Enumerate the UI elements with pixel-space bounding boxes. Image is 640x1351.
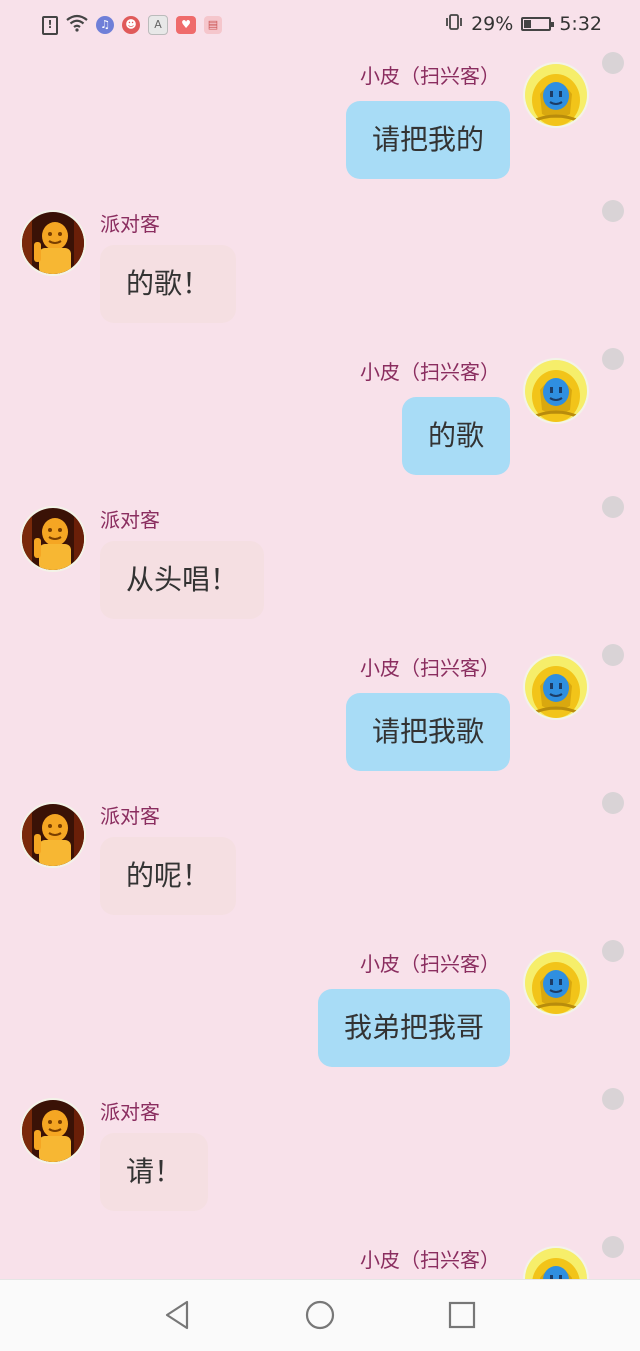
message-select-indicator[interactable]: [602, 940, 624, 962]
music-app-icon: ♫: [96, 16, 114, 34]
sender-name: 小皮（扫兴客）: [360, 952, 500, 976]
other-message: 派对客的呢！: [0, 792, 640, 932]
message-bubble[interactable]: 的歌！: [100, 245, 237, 323]
avatar[interactable]: [525, 64, 587, 126]
home-icon[interactable]: [303, 1298, 337, 1332]
battery-level-fill: [524, 20, 532, 28]
my-message: 小皮（扫兴客） 请把我的: [0, 52, 640, 192]
system-navigation-bar: [0, 1279, 640, 1351]
other-message: 派对客从头唱！: [0, 496, 640, 636]
pet-app-icon: ☻: [122, 16, 140, 34]
message-bubble[interactable]: 从头唱！: [100, 541, 265, 619]
message-bubble[interactable]: 我弟把我哥: [317, 989, 510, 1067]
avatar[interactable]: [22, 804, 84, 866]
avatar[interactable]: [525, 952, 587, 1014]
battery-icon: [521, 17, 555, 31]
message-select-indicator[interactable]: [602, 792, 624, 814]
message-bubble[interactable]: 请把我的: [345, 101, 510, 179]
message-bubble[interactable]: 的呢！: [100, 837, 237, 915]
vibrate-icon: [445, 13, 463, 35]
sender-name: 派对客: [100, 508, 160, 532]
avatar[interactable]: [525, 360, 587, 422]
red-app-icon: ♥: [176, 16, 196, 34]
message-select-indicator[interactable]: [602, 1088, 624, 1110]
message-select-indicator[interactable]: [602, 200, 624, 222]
message-select-indicator[interactable]: [602, 496, 624, 518]
avatar[interactable]: [22, 508, 84, 570]
sender-name: 小皮（扫兴客）: [360, 360, 500, 384]
my-message: 小皮（扫兴客） 我弟把我哥: [0, 940, 640, 1080]
back-icon[interactable]: [160, 1298, 194, 1332]
sender-name: 派对客: [100, 804, 160, 828]
status-bar: ! ♫ ☻ A ♥ ▤ 29% 5:32: [0, 0, 640, 52]
sim-alert-icon: !: [42, 15, 58, 35]
system-status: 29% 5:32: [445, 13, 602, 35]
message-bubble[interactable]: 请！: [100, 1133, 209, 1211]
wifi-icon: [66, 14, 88, 36]
sender-name: 派对客: [100, 212, 160, 236]
message-select-indicator[interactable]: [602, 1236, 624, 1258]
message-bubble[interactable]: 的歌: [401, 397, 510, 475]
cake-app-icon: ▤: [204, 16, 222, 34]
other-message: 派对客请！: [0, 1088, 640, 1228]
sender-name: 派对客: [100, 1100, 160, 1124]
my-message: 小皮（扫兴客） 的歌: [0, 348, 640, 488]
avatar[interactable]: [525, 656, 587, 718]
avatar[interactable]: [22, 1100, 84, 1162]
notification-icons: ! ♫ ☻ A ♥ ▤: [42, 14, 222, 36]
text-app-icon: A: [148, 15, 168, 35]
my-message: 小皮（扫兴客） 请把我歌: [0, 644, 640, 784]
other-message: 派对客的歌！: [0, 200, 640, 340]
message-select-indicator[interactable]: [602, 348, 624, 370]
my-message: 小皮（扫兴客）: [0, 1236, 640, 1280]
message-select-indicator[interactable]: [602, 644, 624, 666]
recents-icon[interactable]: [445, 1298, 479, 1332]
sender-name: 小皮（扫兴客）: [360, 1248, 500, 1272]
avatar[interactable]: [525, 1248, 587, 1280]
chat-message-list[interactable]: 小皮（扫兴客） 请把我的 派对客 的歌！ 小皮（扫兴客） 的歌 派对客 从头唱！ 小皮（扫兴客）…: [0, 52, 640, 1280]
clock-time: 5:32: [559, 13, 602, 35]
battery-percent: 29%: [471, 13, 514, 35]
message-bubble[interactable]: 请把我歌: [345, 693, 510, 771]
message-select-indicator[interactable]: [602, 52, 624, 74]
sender-name: 小皮（扫兴客）: [360, 656, 500, 680]
avatar[interactable]: [22, 212, 84, 274]
sender-name: 小皮（扫兴客）: [360, 64, 500, 88]
